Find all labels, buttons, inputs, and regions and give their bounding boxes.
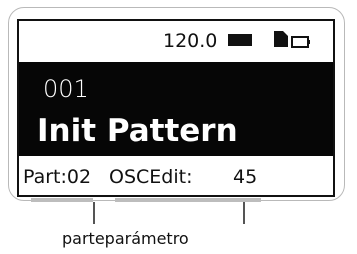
parameter-leader-line <box>243 202 245 224</box>
parameter-bar: Part:02 OSCEdit: 45 <box>19 156 333 195</box>
parameter-name: OSCEdit: <box>109 166 193 188</box>
pattern-header: 001 Init Pattern <box>19 62 333 156</box>
part-indicator: Part:02 <box>23 166 92 188</box>
bar-block-icon <box>228 34 252 46</box>
tempo-value: 120.0 <box>163 30 218 52</box>
part-leader-line <box>93 202 95 224</box>
pattern-file-icon <box>274 31 288 51</box>
parameter-bracket <box>115 198 261 202</box>
annotation-caption: parteparámetro <box>62 229 189 248</box>
status-bar: 120.0 <box>19 21 333 61</box>
lcd-screen: 120.0 001 Init Pattern Part:02 OSCEdit: … <box>17 19 335 197</box>
battery-icon <box>291 33 311 52</box>
parameter-value: 45 <box>233 166 258 188</box>
part-bracket <box>31 198 93 202</box>
pattern-name: Init Pattern <box>37 113 238 149</box>
pattern-number: 001 <box>43 75 89 103</box>
